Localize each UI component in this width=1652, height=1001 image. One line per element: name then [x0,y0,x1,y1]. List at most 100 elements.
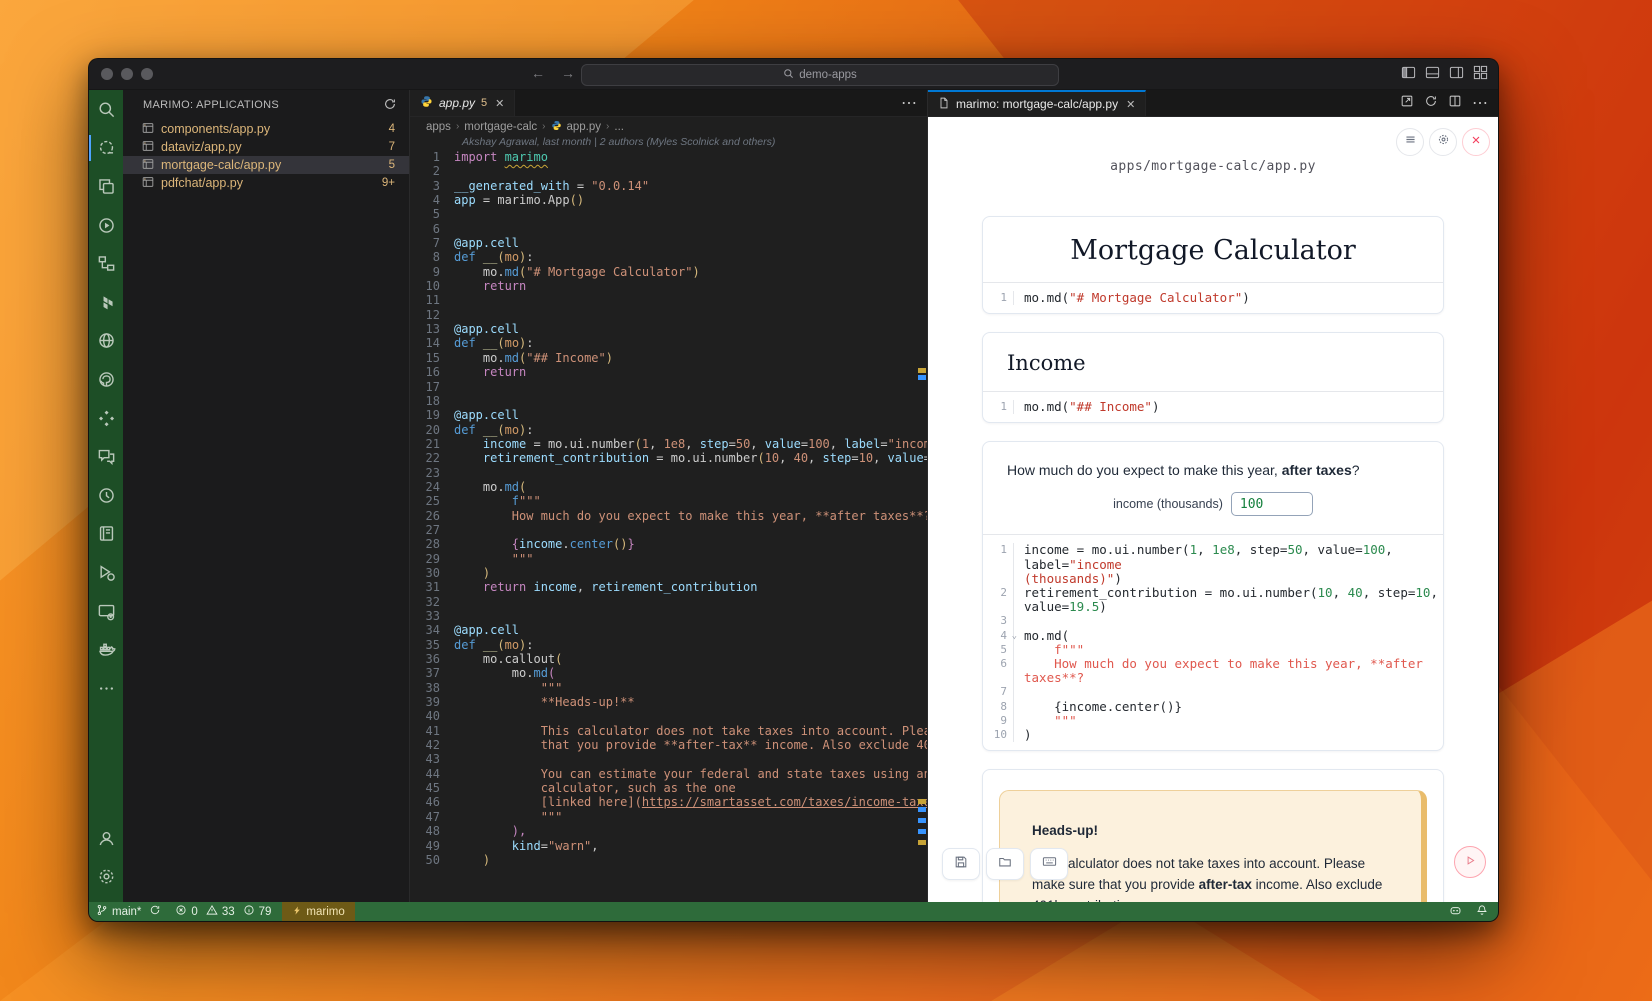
run-icon[interactable] [89,206,123,245]
git-branch-item[interactable]: main* [89,902,168,921]
code-line[interactable]: 41 This calculator does not take taxes i… [410,724,927,738]
income-number-input[interactable]: 100 [1231,492,1313,516]
breadcrumb-item[interactable]: ... [614,121,624,133]
docker-icon[interactable] [89,630,123,669]
copilot-item[interactable] [1442,902,1469,921]
code-line[interactable]: 35def __(mo): [410,638,927,652]
close-window-button[interactable] [101,68,113,80]
sidebar-item-dataviz-app-py[interactable]: dataviz/app.py7 [123,138,409,156]
code-line[interactable]: 43 [410,752,927,766]
close-tab-icon[interactable]: ✕ [1126,98,1135,111]
code-line[interactable]: 6 [410,222,927,236]
code-line[interactable]: 50 ) [410,853,927,867]
settings-icon[interactable] [89,857,123,896]
code-line[interactable]: 15 mo.md("## Income") [410,351,927,365]
refresh-icon[interactable] [1424,94,1438,113]
code-line[interactable]: 22 retirement_contribution = mo.ui.numbe… [410,451,927,465]
git-blame-annotation[interactable]: Akshay Agrawal, last month | 2 authors (… [410,136,927,150]
terraform-icon[interactable] [89,283,123,322]
sidebar-item-mortgage-calc-app-py[interactable]: mortgage-calc/app.py5 [123,156,409,174]
layout-icon[interactable] [1448,94,1462,113]
code-line[interactable]: 33 [410,609,927,623]
code-line[interactable]: 17 [410,380,927,394]
code-line[interactable]: 46 [linked here](https://smartasset.com/… [410,795,927,809]
sidebar-item-pdfchat-app-py[interactable]: pdfchat/app.py9+ [123,174,409,192]
marimo-icon[interactable] [89,129,123,168]
account-icon[interactable] [89,819,123,858]
nav-back-icon[interactable]: ← [531,65,545,81]
sidebar-item-components-app-py[interactable]: components/app.py4 [123,120,409,138]
marimo-status-badge[interactable]: marimo [282,902,354,921]
code-line[interactable]: 5 [410,207,927,221]
code-line[interactable]: 11 [410,293,927,307]
nav-forward-icon[interactable]: → [561,65,575,81]
comments-icon[interactable] [89,437,123,476]
code-line[interactable]: 21 income = mo.ui.number(1, 1e8, step=50… [410,437,927,451]
breadcrumb-item[interactable]: app.py [567,121,602,133]
save-button[interactable] [942,848,980,880]
code-line[interactable]: 19@app.cell [410,408,927,422]
code-line[interactable]: 37 mo.md( [410,666,927,680]
refresh-icon[interactable] [383,97,397,114]
code-line[interactable]: 29 """ [410,552,927,566]
code-line[interactable]: 24 mo.md( [410,480,927,494]
code-line[interactable]: 48 ), [410,824,927,838]
code-line[interactable]: 31 return income, retirement_contributio… [410,580,927,594]
notifications-item[interactable] [1469,902,1498,921]
code-line[interactable]: 7@app.cell [410,236,927,250]
fold-chevron-icon[interactable]: ⌄ [1012,629,1017,643]
code-line[interactable]: 39 **Heads-up!** [410,695,927,709]
more-actions-icon[interactable]: ⋯ [1472,93,1488,113]
tab-marimo-webview[interactable]: marimo: mortgage-calc/app.py ✕ [928,90,1146,116]
liveshare-icon[interactable] [89,399,123,438]
toggle-panel-icon[interactable] [1425,65,1440,80]
toggle-secondary-sidebar-icon[interactable] [1449,65,1464,80]
code-line[interactable]: 47 """ [410,810,927,824]
code-line[interactable]: 8def __(mo): [410,250,927,264]
remote-icon[interactable] [89,592,123,631]
overview-ruler[interactable] [917,90,927,902]
breadcrumb-item[interactable]: mortgage-calc [464,121,537,133]
run-app-button[interactable] [1454,846,1486,878]
toggle-primary-sidebar-icon[interactable] [1401,65,1416,80]
cell-code[interactable]: 1income = mo.ui.number(1, 1e8, step=50, … [983,535,1443,750]
globe-icon[interactable] [89,322,123,361]
code-line[interactable]: 4app = marimo.App() [410,193,927,207]
code-line[interactable]: 49 kind="warn", [410,839,927,853]
code-line[interactable]: 18 [410,394,927,408]
zoom-window-button[interactable] [141,68,153,80]
code-line[interactable]: 2 [410,164,927,178]
github-icon[interactable] [89,360,123,399]
close-tab-icon[interactable]: ✕ [495,97,504,110]
code-line[interactable]: 9 mo.md("# Mortgage Calculator") [410,265,927,279]
cell-code[interactable]: 1mo.md("# Mortgage Calculator") [983,283,1443,313]
keyboard-shortcuts-button[interactable] [1030,848,1068,880]
code-line[interactable]: 40 [410,709,927,723]
minimize-window-button[interactable] [121,68,133,80]
editor-actions-more-icon[interactable]: ⋯ [901,93,917,113]
code-line[interactable]: 45 calculator, such as the one [410,781,927,795]
code-line[interactable]: 1import marimo [410,150,927,164]
test-icon[interactable] [89,553,123,592]
code-line[interactable]: 28 {income.center()} [410,537,927,551]
more-icon[interactable] [89,669,123,708]
problems-item[interactable]: 0 33 79 [168,902,278,921]
references-icon[interactable] [89,244,123,283]
code-line[interactable]: 32 [410,595,927,609]
tab-app-py[interactable]: app.py 5 ✕ [410,90,515,116]
code-line[interactable]: 13@app.cell [410,322,927,336]
code-line[interactable]: 34@app.cell [410,623,927,637]
menu-button[interactable] [1396,128,1424,156]
shutdown-button[interactable] [1462,128,1490,156]
breadcrumb[interactable]: apps › mortgage-calc › app.py › ... [410,117,927,136]
cell-code[interactable]: 1mo.md("## Income") [983,392,1443,422]
code-line[interactable]: 14def __(mo): [410,336,927,350]
code-line[interactable]: 26 How much do you expect to make this y… [410,509,927,523]
breadcrumb-item[interactable]: apps [426,121,451,133]
code-line[interactable]: 42 that you provide **after-tax** income… [410,738,927,752]
history-icon[interactable] [89,476,123,515]
code-line[interactable]: 10 return [410,279,927,293]
code-line[interactable]: 12 [410,308,927,322]
search-icon[interactable] [89,90,123,129]
customize-layout-icon[interactable] [1473,65,1488,80]
